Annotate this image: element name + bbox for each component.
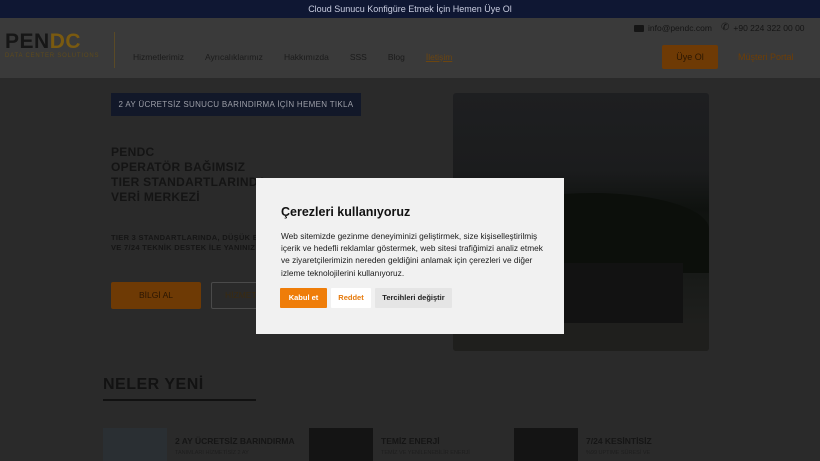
logo-divider <box>114 32 115 68</box>
nav-item-blog[interactable]: Blog <box>388 52 405 62</box>
nav-item-ayricaliklarimiz[interactable]: Ayrıcalıklarımız <box>205 52 263 62</box>
customer-portal-link[interactable]: Müşteri Portal <box>738 52 794 62</box>
hero-subtitle: TIER 3 STANDARTLARINDA, DÜŞÜK EL VE 7/24… <box>111 233 263 253</box>
contact-email[interactable]: info@pendc.com <box>634 23 712 33</box>
get-info-button[interactable]: BİLGİ AL <box>111 282 201 309</box>
logo-subtitle: DATA CENTER SOLUTIONS <box>5 53 100 59</box>
hero-title-line: PENDC <box>111 145 155 159</box>
hero-title-line: VERİ MERKEZİ <box>111 190 200 204</box>
news-card-text: TANIMLARI HİZMETİSİZ 2 AY <box>175 450 249 456</box>
hero-subtitle-line: VE 7/24 TEKNİK DESTEK İLE YANINIZ <box>111 243 256 252</box>
news-card-title: 7/24 KESİNTİSİZ <box>586 436 652 446</box>
nav-item-hakkimizda[interactable]: Hakkımızda <box>284 52 329 62</box>
hero-subtitle-line: TIER 3 STANDARTLARINDA, DÜŞÜK EL <box>111 233 263 242</box>
news-card-text: %99 UPTIME SÜRESİ VE <box>586 450 651 456</box>
nav-item-sss[interactable]: SSS <box>350 52 367 62</box>
news-heading: NELER YENİ <box>103 376 204 393</box>
accept-cookies-button[interactable]: Kabul et <box>280 288 327 308</box>
mail-icon <box>634 24 644 32</box>
reject-cookies-button[interactable]: Reddet <box>331 288 371 308</box>
contact-phone[interactable]: ✆ +90 224 322 00 00 <box>721 22 805 34</box>
hero-title-line: TIER STANDARTLARINDA <box>111 175 267 189</box>
cookie-dialog-text: Web sitemizde gezinme deneyiminizi geliş… <box>281 231 543 278</box>
cookie-preferences-button[interactable]: Tercihleri değiştir <box>375 288 452 308</box>
site-header: PENDC DATA CENTER SOLUTIONS Hizmetlerimi… <box>0 18 820 78</box>
hero-title-line: OPERATÖR BAĞIMSIZ <box>111 160 246 174</box>
cookie-dialog-title: Çerezleri kullanıyoruz <box>281 205 411 219</box>
promo-banner[interactable]: Cloud Sunucu Konfigüre Etmek İçin Hemen … <box>0 0 820 18</box>
news-card-thumbnail <box>103 428 167 461</box>
news-card-title: TEMİZ ENERJİ <box>381 436 440 446</box>
main-nav: Hizmetlerimiz Ayrıcalıklarımız Hakkımızd… <box>133 52 473 62</box>
news-card-title: 2 AY ÜCRETSİZ BARINDIRMA <box>175 436 295 446</box>
cookie-consent-dialog: Çerezleri kullanıyoruz Web sitemizde gez… <box>256 178 564 334</box>
signup-button[interactable]: Üye Ol <box>662 45 718 69</box>
email-text: info@pendc.com <box>648 23 712 33</box>
news-card-thumbnail <box>309 428 373 461</box>
nav-item-iletisim[interactable]: İletişim <box>426 52 452 62</box>
hero-title: PENDC OPERATÖR BAĞIMSIZ TIER STANDARTLAR… <box>111 145 267 205</box>
logo-accent: DC <box>49 30 82 53</box>
logo[interactable]: PENDC DATA CENTER SOLUTIONS <box>5 30 100 59</box>
phone-icon: ✆ <box>721 22 730 33</box>
phone-text: +90 224 322 00 00 <box>733 23 805 33</box>
news-heading-underline <box>103 399 256 401</box>
logo-main: PEN <box>5 30 50 53</box>
free-hosting-cta-button[interactable]: 2 AY ÜCRETSİZ SUNUCU BARINDIRMA İÇİN HEM… <box>111 93 361 116</box>
promo-banner-text: Cloud Sunucu Konfigüre Etmek İçin Hemen … <box>308 4 512 14</box>
news-card-thumbnail <box>514 428 578 461</box>
news-card-text: TEMİZ VE YENİLENEBİLİR ENERJİ <box>381 450 470 456</box>
nav-item-hizmetlerimiz[interactable]: Hizmetlerimiz <box>133 52 184 62</box>
